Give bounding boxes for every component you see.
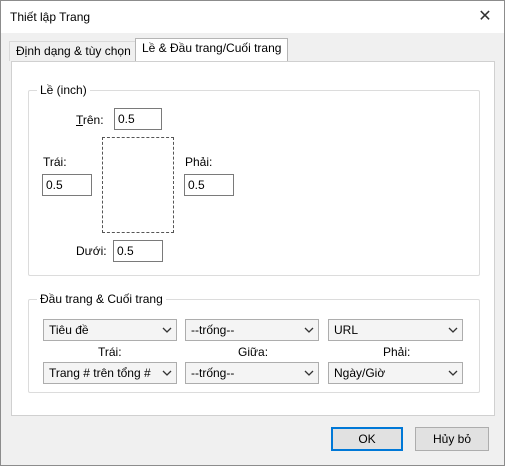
tab-format-options[interactable]: Định dạng & tùy chọn bbox=[9, 41, 138, 61]
title-bar: Thiết lập Trang ✕ bbox=[1, 1, 504, 33]
footer-center-value: --trống-- bbox=[191, 366, 235, 380]
footer-right-value: Ngày/Giờ bbox=[334, 366, 386, 380]
header-footer-group-label: Đầu trang & Cuối trang bbox=[37, 292, 166, 306]
column-right-label: Phải: bbox=[383, 345, 411, 359]
tab-margins-header-footer-label: Lề & Đầu trang/Cuối trang bbox=[142, 41, 282, 55]
margin-left-label: Trái: bbox=[43, 155, 67, 169]
header-right-value: URL bbox=[334, 323, 359, 337]
tab-panel: Lề (inch) Trên: 0.5 Trái: 0.5 Phải: 0.5 … bbox=[11, 61, 495, 416]
margin-top-label: Trên: bbox=[76, 113, 104, 127]
column-center-label: Giữa: bbox=[238, 345, 269, 359]
margin-right-label: Phải: bbox=[185, 155, 213, 169]
margin-top-label-text: rên: bbox=[82, 113, 104, 127]
footer-left-select[interactable]: Trang # trên tổng # bbox=[43, 362, 177, 384]
chevron-down-icon bbox=[162, 327, 172, 333]
header-center-select[interactable]: --trống-- bbox=[185, 319, 319, 341]
cancel-button[interactable]: Hủy bỏ bbox=[415, 427, 489, 451]
page-setup-dialog: Thiết lập Trang ✕ Định dạng & tùy chọn L… bbox=[0, 0, 505, 466]
footer-left-value: Trang # trên tổng # bbox=[49, 366, 151, 380]
margins-group-label: Lề (inch) bbox=[37, 83, 90, 97]
tab-format-options-label: Định dạng & tùy chọn bbox=[16, 44, 131, 58]
footer-right-select[interactable]: Ngày/Giờ bbox=[328, 362, 463, 384]
tab-margins-header-footer[interactable]: Lề & Đầu trang/Cuối trang bbox=[135, 38, 289, 61]
chevron-down-icon bbox=[304, 327, 314, 333]
chevron-down-icon bbox=[448, 370, 458, 376]
margin-bottom-label: Dưới: bbox=[76, 244, 107, 258]
column-left-label: Trái: bbox=[98, 345, 122, 359]
header-right-select[interactable]: URL bbox=[328, 319, 463, 341]
margin-right-input[interactable]: 0.5 bbox=[184, 174, 234, 196]
chevron-down-icon bbox=[162, 370, 172, 376]
ok-button[interactable]: OK bbox=[331, 427, 403, 451]
page-preview bbox=[102, 137, 174, 233]
chevron-down-icon bbox=[448, 327, 458, 333]
footer-center-select[interactable]: --trống-- bbox=[185, 362, 319, 384]
window-title: Thiết lập Trang bbox=[10, 10, 91, 24]
margin-left-input[interactable]: 0.5 bbox=[42, 174, 92, 196]
header-left-select[interactable]: Tiêu đề bbox=[43, 319, 177, 341]
margin-top-input[interactable]: 0.5 bbox=[114, 108, 162, 130]
header-center-value: --trống-- bbox=[191, 323, 235, 337]
header-left-value: Tiêu đề bbox=[49, 323, 89, 337]
chevron-down-icon bbox=[304, 370, 314, 376]
margin-bottom-input[interactable]: 0.5 bbox=[113, 240, 163, 262]
close-icon[interactable]: ✕ bbox=[474, 6, 496, 28]
